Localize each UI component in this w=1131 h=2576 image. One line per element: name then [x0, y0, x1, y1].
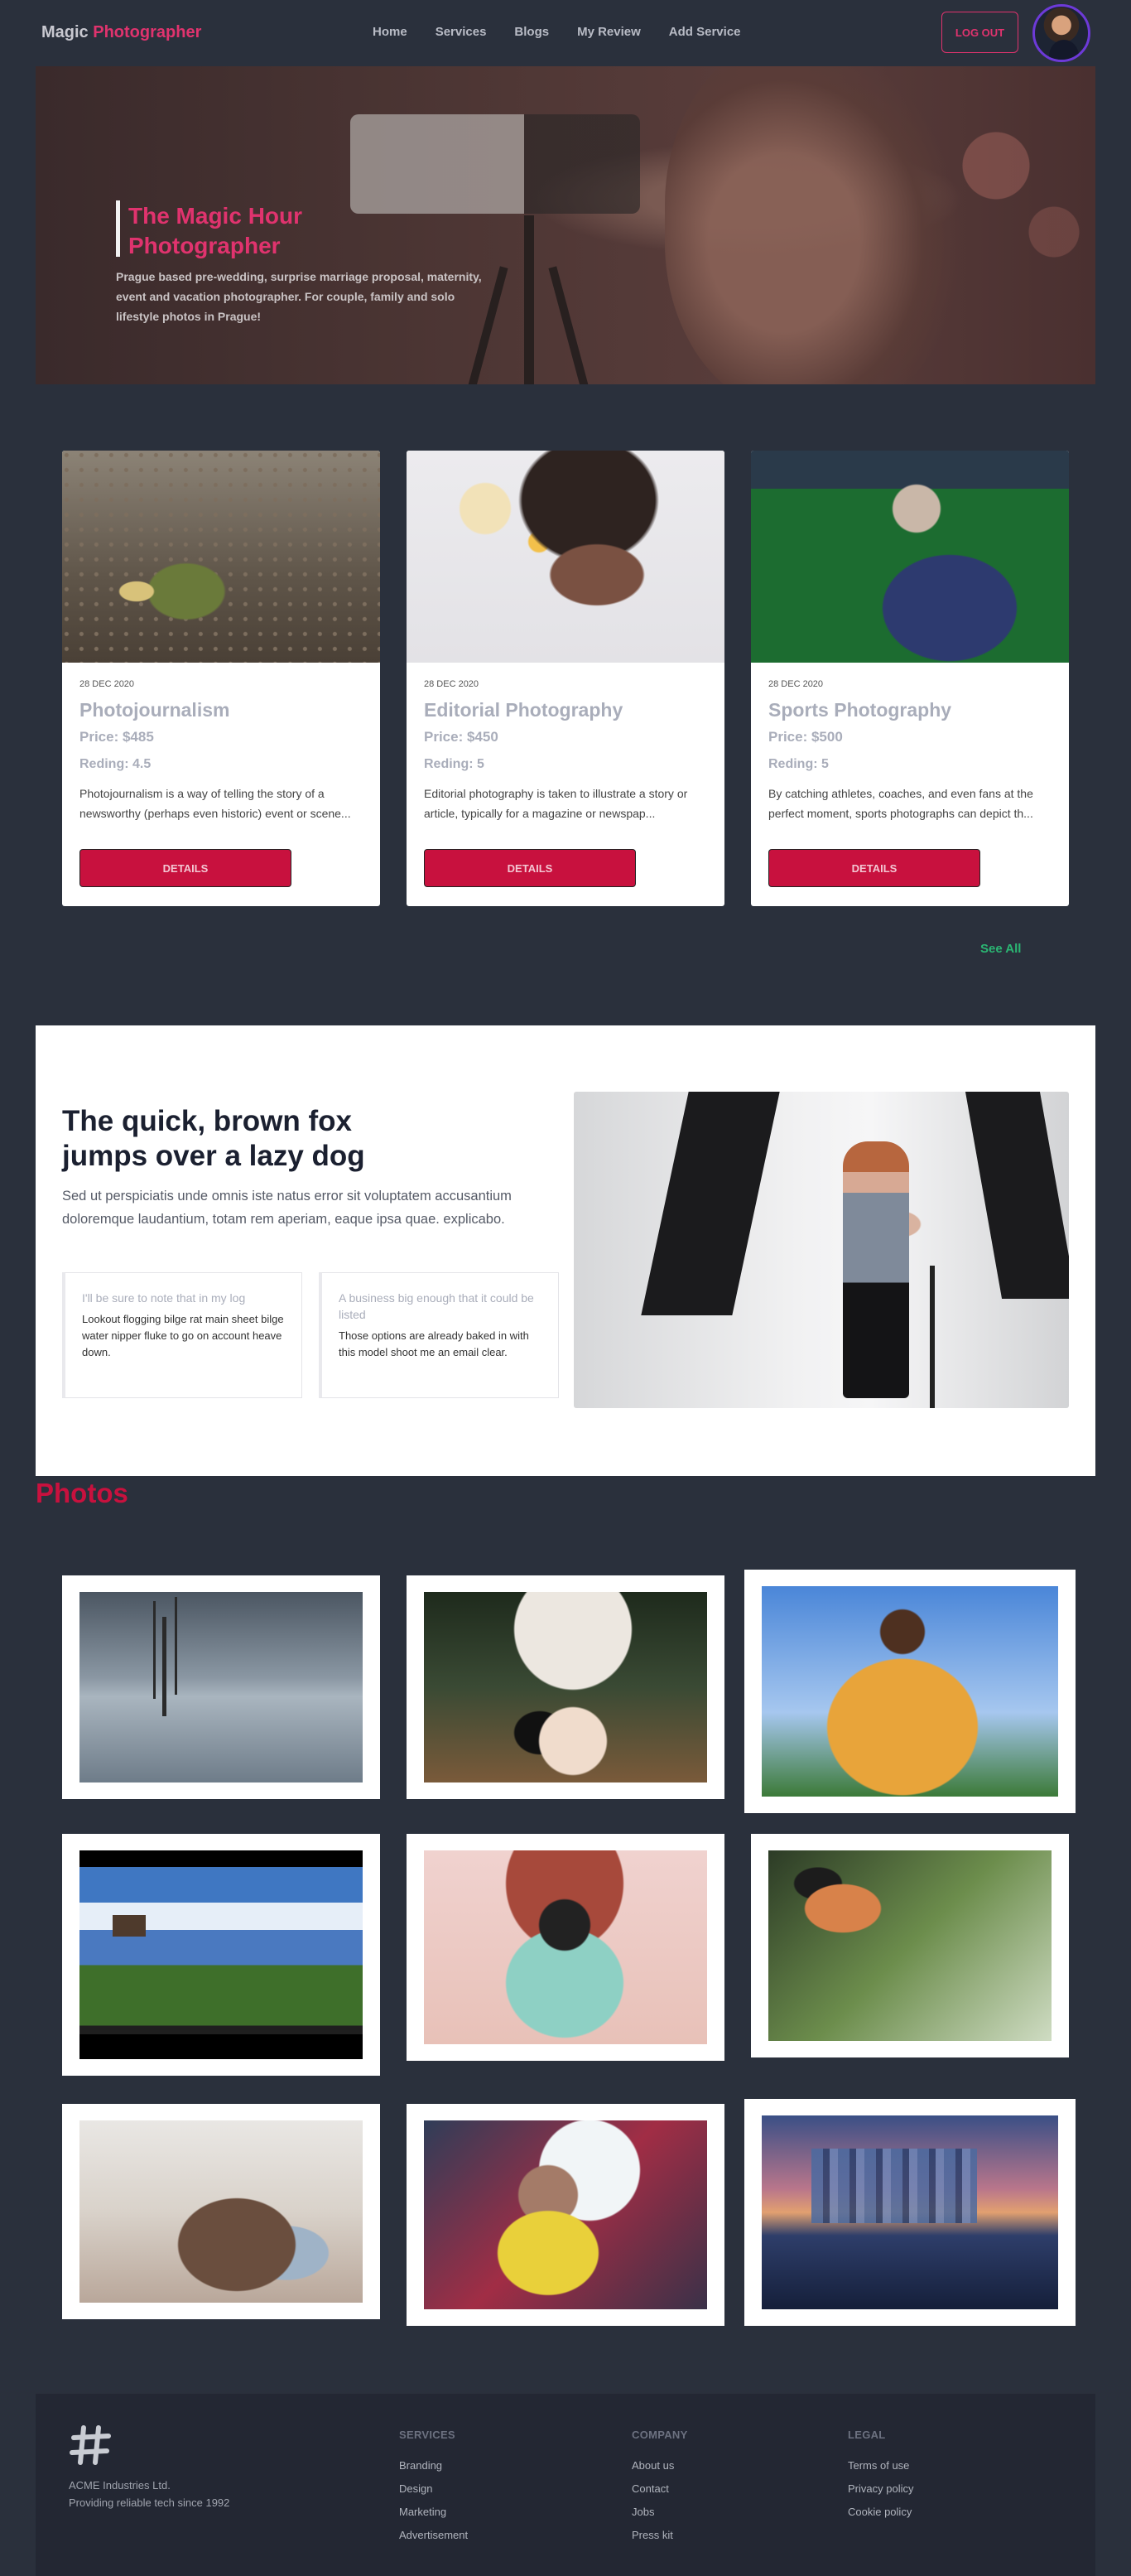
footer-link[interactable]: Contact [632, 2477, 688, 2501]
hero-description: Prague based pre-wedding, surprise marri… [116, 270, 482, 323]
feature-box-heading: A business big enough that it could be l… [339, 1291, 534, 1321]
service-title: Editorial Photography [424, 699, 623, 721]
service-date: 28 DEC 2020 [424, 679, 479, 689]
company-info: ACME Industries Ltd. Providing reliable … [69, 2477, 229, 2511]
hero-photographer-image [665, 66, 963, 384]
gallery-photo[interactable] [62, 2104, 380, 2319]
footer-link[interactable]: Advertisement [399, 2524, 468, 2547]
nav-link-home[interactable]: Home [373, 25, 407, 39]
brand-logo[interactable]: Magic Photographer [41, 23, 201, 42]
service-description: Editorial photography is taken to illust… [424, 787, 688, 820]
service-card: 28 DEC 2020 Photojournalism Price: $485 … [62, 451, 380, 906]
service-rating: Reding: 5 [768, 757, 829, 771]
service-price: Price: $500 [768, 729, 843, 745]
footer: ACME Industries Ltd. Providing reliable … [36, 2394, 1095, 2576]
gallery-photo[interactable] [744, 2099, 1076, 2326]
nav-link-blogs[interactable]: Blogs [514, 25, 549, 39]
feature-description: Sed ut perspiciatis unde omnis iste natu… [62, 1189, 512, 1227]
company-name: ACME Industries Ltd. [69, 2479, 171, 2492]
gallery-photo[interactable] [62, 1834, 380, 2076]
service-date: 28 DEC 2020 [79, 679, 135, 689]
service-description: By catching athletes, coaches, and even … [768, 787, 1033, 820]
service-image [751, 451, 1069, 663]
footer-link[interactable]: Cookie policy [848, 2501, 913, 2524]
photos-heading: Photos [36, 1478, 128, 1508]
service-card: 28 DEC 2020 Sports Photography Price: $5… [751, 451, 1069, 906]
service-image [407, 451, 724, 663]
hero-camera-image [350, 114, 640, 214]
service-price: Price: $485 [79, 729, 154, 745]
gallery-photo[interactable] [407, 1834, 724, 2061]
gallery-photo[interactable] [407, 1575, 724, 1799]
details-button[interactable]: DETAILS [79, 849, 291, 887]
footer-link[interactable]: Privacy policy [848, 2477, 913, 2501]
footer-column-legal: LEGAL Terms of use Privacy policy Cookie… [848, 2429, 913, 2524]
service-price: Price: $450 [424, 729, 498, 745]
footer-link[interactable]: Branding [399, 2454, 468, 2477]
footer-link[interactable]: Marketing [399, 2501, 468, 2524]
logout-button[interactable]: LOG OUT [941, 12, 1018, 53]
service-card: 28 DEC 2020 Editorial Photography Price:… [407, 451, 724, 906]
gallery-photo[interactable] [744, 1570, 1076, 1813]
feature-box-body: Lookout flogging bilge rat main sheet bi… [82, 1313, 284, 1358]
brand-main-text: Magic [41, 23, 89, 41]
footer-heading: SERVICES [399, 2429, 455, 2441]
gallery-photo[interactable] [751, 1834, 1069, 2057]
service-title: Photojournalism [79, 699, 230, 721]
top-navbar: Magic Photographer Home Services Blogs M… [0, 0, 1131, 66]
details-button[interactable]: DETAILS [424, 849, 636, 887]
nav-link-services[interactable]: Services [436, 25, 487, 39]
service-date: 28 DEC 2020 [768, 679, 824, 689]
service-description: Photojournalism is a way of telling the … [79, 787, 351, 820]
hero-accent-bar [116, 200, 120, 257]
footer-link[interactable]: Terms of use [848, 2454, 913, 2477]
footer-heading: LEGAL [848, 2429, 886, 2441]
gallery-photo[interactable] [62, 1575, 380, 1799]
footer-link[interactable]: Design [399, 2477, 468, 2501]
hero-banner: The Magic Hour Photographer Prague based… [36, 66, 1095, 384]
nav-link-my-review[interactable]: My Review [577, 25, 641, 39]
feature-studio-image [574, 1092, 1069, 1408]
service-rating: Reding: 5 [424, 757, 484, 771]
footer-column-services: SERVICES Branding Design Marketing Adver… [399, 2429, 468, 2547]
footer-heading: COMPANY [632, 2429, 688, 2441]
company-logo-icon [70, 2425, 111, 2465]
footer-link[interactable]: About us [632, 2454, 688, 2477]
service-title: Sports Photography [768, 699, 952, 721]
hero-title: The Magic Hour Photographer [128, 203, 303, 258]
nav-links: Home Services Blogs My Review Add Servic… [373, 25, 741, 39]
feature-box: I'll be sure to note that in my log Look… [62, 1272, 302, 1398]
footer-link[interactable]: Jobs [632, 2501, 688, 2524]
feature-box-body: Those options are already baked in with … [339, 1329, 529, 1358]
see-all-link[interactable]: See All [980, 942, 1021, 956]
footer-column-company: COMPANY About us Contact Jobs Press kit [632, 2429, 688, 2547]
feature-box: A business big enough that it could be l… [319, 1272, 559, 1398]
footer-link[interactable]: Press kit [632, 2524, 688, 2547]
details-button[interactable]: DETAILS [768, 849, 980, 887]
company-tagline: Providing reliable tech since 1992 [69, 2496, 230, 2509]
feature-section: The quick, brown fox jumps over a lazy d… [36, 1025, 1095, 1476]
nav-link-add-service[interactable]: Add Service [669, 25, 741, 39]
service-image [62, 451, 380, 663]
feature-box-heading: I'll be sure to note that in my log [82, 1291, 246, 1305]
gallery-photo[interactable] [407, 2104, 724, 2326]
service-rating: Reding: 4.5 [79, 757, 152, 771]
user-avatar[interactable] [1032, 4, 1090, 62]
brand-accent-text: Photographer [93, 23, 202, 41]
feature-title: The quick, brown fox jumps over a lazy d… [62, 1105, 365, 1172]
